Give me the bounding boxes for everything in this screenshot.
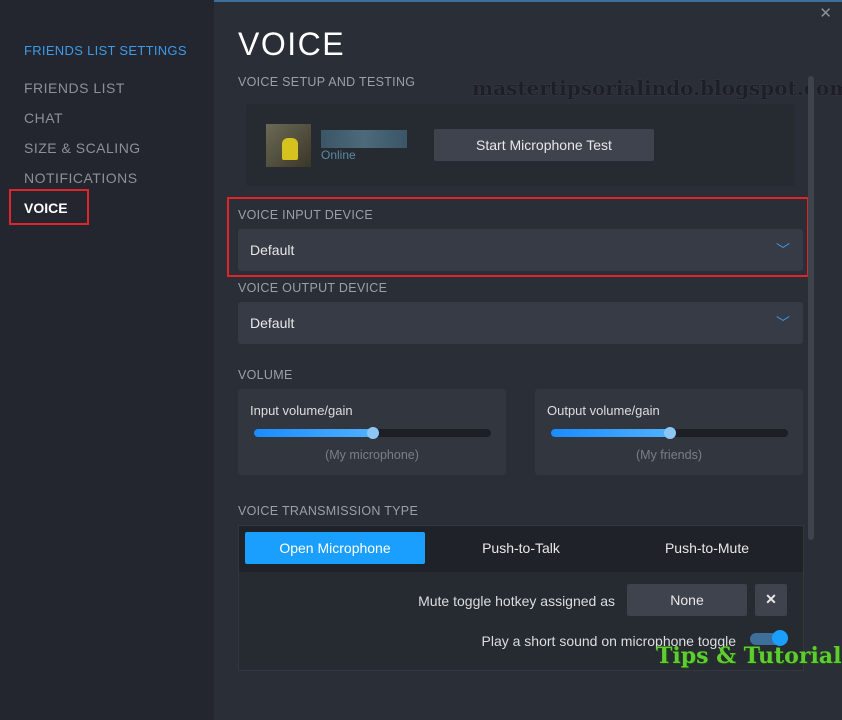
sidebar-header: FRIENDS LIST SETTINGS (24, 43, 187, 58)
output-volume-slider[interactable] (551, 427, 788, 439)
highlight-box (227, 197, 809, 277)
slider-fill (254, 429, 373, 437)
output-volume-card: Output volume/gain (My friends) (535, 389, 803, 475)
volume-label: VOLUME (238, 368, 293, 382)
input-volume-sub: (My microphone) (325, 448, 419, 462)
chevron-down-icon: ﹀ (776, 315, 790, 331)
sidebar: FRIENDS LIST SETTINGS FRIENDS LIST CHAT … (0, 0, 214, 720)
clear-hotkey-close-icon[interactable]: ✕ (755, 584, 787, 616)
input-volume-slider[interactable] (254, 427, 491, 439)
sidebar-item-notifications[interactable]: NOTIFICATIONS (24, 170, 138, 186)
tab-push-to-mute[interactable]: Push-to-Mute (617, 532, 797, 564)
scrollbar[interactable] (808, 76, 814, 540)
sidebar-item-chat[interactable]: CHAT (24, 110, 63, 126)
tab-push-to-talk[interactable]: Push-to-Talk (431, 532, 611, 564)
slider-knob[interactable] (366, 427, 379, 439)
sidebar-item-friends-list[interactable]: FRIENDS LIST (24, 80, 125, 96)
output-device-value: Default (250, 315, 295, 331)
watermark-text: mastertipsorialindo.blogspot.com (472, 76, 842, 100)
status-text: Online (321, 148, 356, 162)
start-microphone-test-button[interactable]: Start Microphone Test (434, 129, 654, 161)
output-volume-sub: (My friends) (636, 448, 702, 462)
output-volume-title: Output volume/gain (547, 403, 660, 418)
avatar (266, 124, 311, 167)
watermark-logo: Tips & Tutorial (656, 643, 842, 669)
sidebar-item-size-scaling[interactable]: SIZE & SCALING (24, 140, 141, 156)
hotkey-label: Mute toggle hotkey assigned as (418, 593, 615, 609)
close-icon[interactable]: ✕ (819, 4, 832, 22)
top-border (214, 0, 842, 2)
sidebar-item-voice[interactable]: VOICE (9, 189, 89, 225)
output-device-label: VOICE OUTPUT DEVICE (238, 281, 388, 295)
setup-label: VOICE SETUP AND TESTING (238, 75, 416, 89)
input-volume-card: Input volume/gain (My microphone) (238, 389, 506, 475)
tab-open-microphone[interactable]: Open Microphone (245, 532, 425, 564)
page-title: VOICE (238, 26, 346, 62)
slider-knob[interactable] (663, 427, 676, 439)
slider-fill (551, 429, 670, 437)
transmission-label: VOICE TRANSMISSION TYPE (238, 504, 419, 518)
input-volume-title: Input volume/gain (250, 403, 353, 418)
hotkey-button[interactable]: None (627, 584, 747, 616)
transmission-tabs: Open Microphone Push-to-Talk Push-to-Mut… (239, 526, 803, 572)
username-blurred (321, 130, 407, 148)
output-device-dropdown[interactable]: Default ﹀ (238, 302, 803, 344)
